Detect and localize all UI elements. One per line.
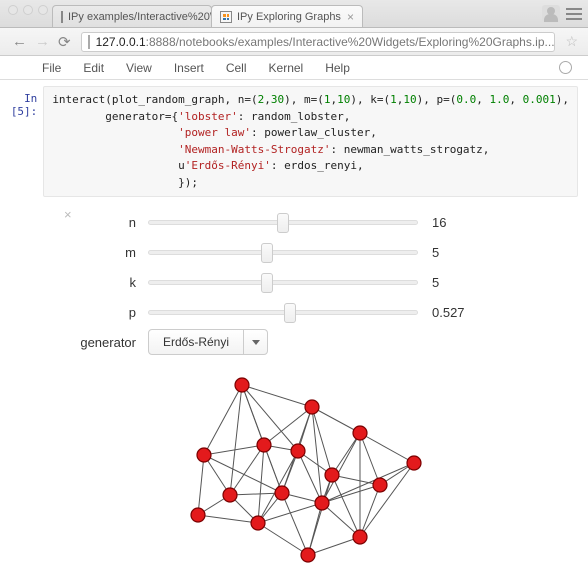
slider-thumb[interactable] [284,303,296,323]
page-icon [88,35,90,49]
widget-output: × n 16 m 5 k 5 p [72,207,578,571]
slider-value: 16 [418,215,446,230]
browser-tabstrip: IPy examples/Interactive%20W × IPy Explo… [0,0,588,28]
menu-file[interactable]: File [42,61,61,75]
slider-row-p: p 0.527 [72,297,578,327]
notebook-menubar: File Edit View Insert Cell Kernel Help [0,56,588,80]
menu-help[interactable]: Help [325,61,350,75]
code-cell[interactable]: In [5]: interact(plot_random_graph, n=(2… [10,86,578,197]
slider-row-n: n 16 [72,207,578,237]
menu-icon[interactable] [566,7,582,21]
slider-thumb[interactable] [261,243,273,263]
m-slider[interactable] [148,242,418,262]
slider-row-k: k 5 [72,267,578,297]
slider-value: 0.527 [418,305,465,320]
menu-view[interactable]: View [126,61,152,75]
dropdown-value: Erdős-Rényi [149,330,243,354]
traffic-lights[interactable] [8,5,48,15]
chevron-down-icon[interactable] [243,330,267,354]
slider-thumb[interactable] [277,213,289,233]
code-input[interactable]: interact(plot_random_graph, n=(2,30), m=… [43,86,578,197]
slider-label: m [72,245,148,260]
dropdown-label: generator [72,335,148,350]
ipython-icon [61,11,63,23]
slider-track [148,280,418,285]
kernel-indicator-icon [559,61,572,74]
bookmark-star-icon[interactable]: ☆ [561,33,580,50]
slider-label: k [72,275,148,290]
slider-row-m: m 5 [72,237,578,267]
url-port: :8888 [146,35,176,49]
slider-track [148,250,418,255]
close-output-icon[interactable]: × [64,207,72,222]
slider-value: 5 [418,275,439,290]
n-slider[interactable] [148,212,418,232]
k-slider[interactable] [148,272,418,292]
browser-tab[interactable]: IPy Exploring Graphs × [211,5,363,27]
zoom-window-button[interactable] [38,5,48,15]
browser-tab[interactable]: IPy examples/Interactive%20W × [52,5,212,27]
browser-navbar: ← → ⟳ 127.0.0.1:8888/notebooks/examples/… [0,28,588,56]
graph-plot [164,375,429,571]
slider-thumb[interactable] [261,273,273,293]
tab-title: IPy Exploring Graphs [237,11,341,23]
url-input[interactable]: 127.0.0.1:8888/notebooks/examples/Intera… [81,32,556,52]
slider-value: 5 [418,245,439,260]
close-window-button[interactable] [8,5,18,15]
slider-label: p [72,305,148,320]
generator-dropdown[interactable]: Erdős-Rényi [148,329,268,355]
menu-cell[interactable]: Cell [226,61,247,75]
reload-button[interactable]: ⟳ [54,33,75,51]
p-slider[interactable] [148,302,418,322]
minimize-window-button[interactable] [23,5,33,15]
ipython-icon [220,11,232,23]
input-prompt: In [5]: [10,86,43,197]
menu-insert[interactable]: Insert [174,61,204,75]
dropdown-row-generator: generator Erdős-Rényi [72,327,578,357]
close-tab-icon[interactable]: × [347,10,354,24]
tab-title: IPy examples/Interactive%20W [68,11,212,23]
back-button[interactable]: ← [8,33,31,50]
slider-track [148,310,418,315]
menu-kernel[interactable]: Kernel [269,61,304,75]
slider-label: n [72,215,148,230]
notebook-body: In [5]: interact(plot_random_graph, n=(2… [0,80,588,578]
url-path: /notebooks/examples/Interactive%20Widget… [176,35,555,49]
url-host: 127.0.0.1 [96,35,146,49]
profile-icon[interactable] [542,5,560,23]
menu-edit[interactable]: Edit [83,61,104,75]
forward-button[interactable]: → [31,33,54,50]
